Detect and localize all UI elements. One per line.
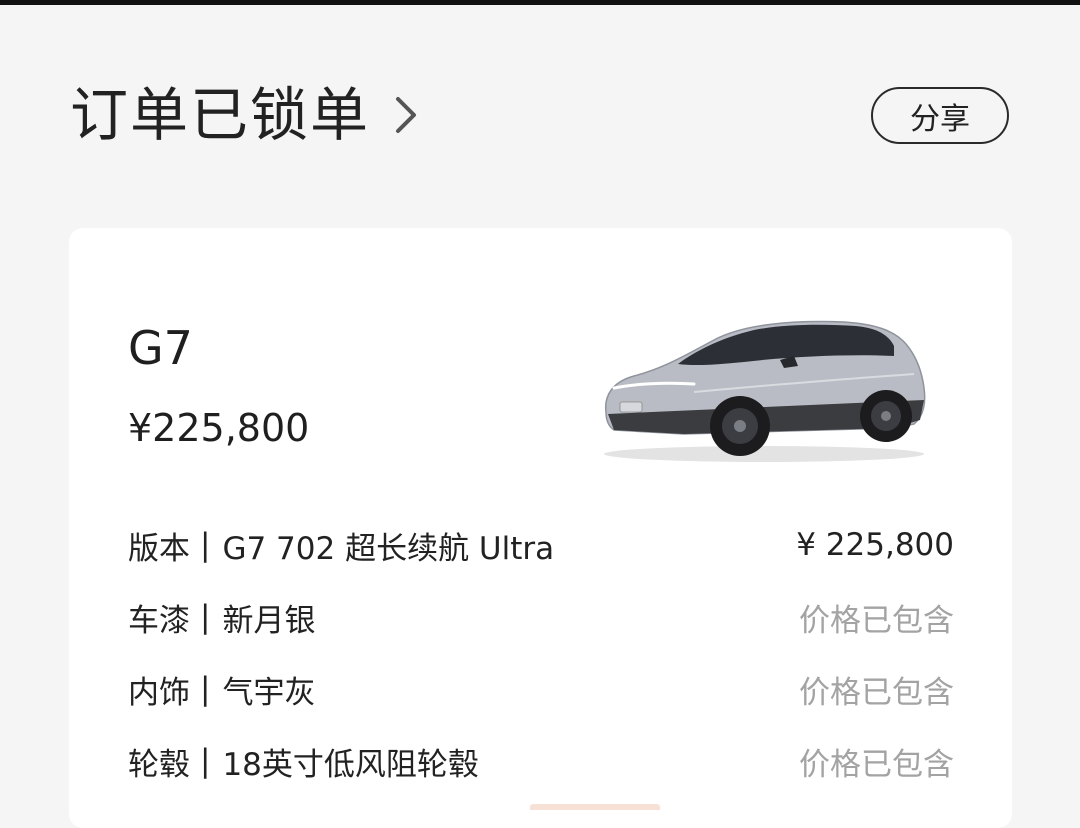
spec-separator: | bbox=[200, 671, 211, 707]
car-model-name: G7 bbox=[128, 321, 193, 375]
chevron-right-icon bbox=[392, 93, 422, 137]
spec-row-paint: 车漆 | 新月银 价格已包含 bbox=[128, 593, 954, 641]
spec-row-version: 版本 | G7 702 超长续航 Ultra ¥ 225,800 bbox=[128, 521, 954, 569]
status-bar-strip bbox=[0, 0, 1080, 5]
car-image bbox=[594, 316, 934, 466]
spec-value: 18英寸低风阻轮毂 bbox=[222, 746, 479, 783]
spec-label: 内饰 bbox=[128, 674, 190, 711]
spec-value: 新月银 bbox=[222, 602, 316, 639]
spec-label: 车漆 bbox=[128, 602, 190, 639]
spec-label: 轮毂 bbox=[128, 746, 190, 783]
spec-separator: | bbox=[200, 527, 211, 563]
share-button[interactable]: 分享 bbox=[871, 87, 1009, 144]
spec-value: 气宇灰 bbox=[222, 674, 316, 711]
spec-value: G7 702 超长续航 Ultra bbox=[222, 530, 555, 567]
spec-price: ¥ 225,800 bbox=[796, 527, 954, 563]
car-total-price: ¥225,800 bbox=[128, 406, 310, 450]
spec-separator: | bbox=[200, 599, 211, 635]
spec-row-wheels: 轮毂 | 18英寸低风阻轮毂 价格已包含 bbox=[128, 737, 954, 785]
spec-label: 版本 bbox=[128, 530, 190, 567]
page-title: 订单已锁单 bbox=[70, 81, 371, 149]
bottom-element-peek bbox=[530, 804, 660, 810]
order-card: G7 ¥225,800 版本 | G7 702 超长续航 Ultra ¥ 225… bbox=[69, 228, 1012, 828]
spec-price: 价格已包含 bbox=[799, 674, 954, 711]
spec-separator: | bbox=[200, 743, 211, 779]
spec-row-interior: 内饰 | 气宇灰 价格已包含 bbox=[128, 665, 954, 713]
spec-price: 价格已包含 bbox=[799, 746, 954, 783]
order-status-header[interactable]: 订单已锁单 bbox=[70, 80, 422, 150]
spec-price: 价格已包含 bbox=[799, 602, 954, 639]
